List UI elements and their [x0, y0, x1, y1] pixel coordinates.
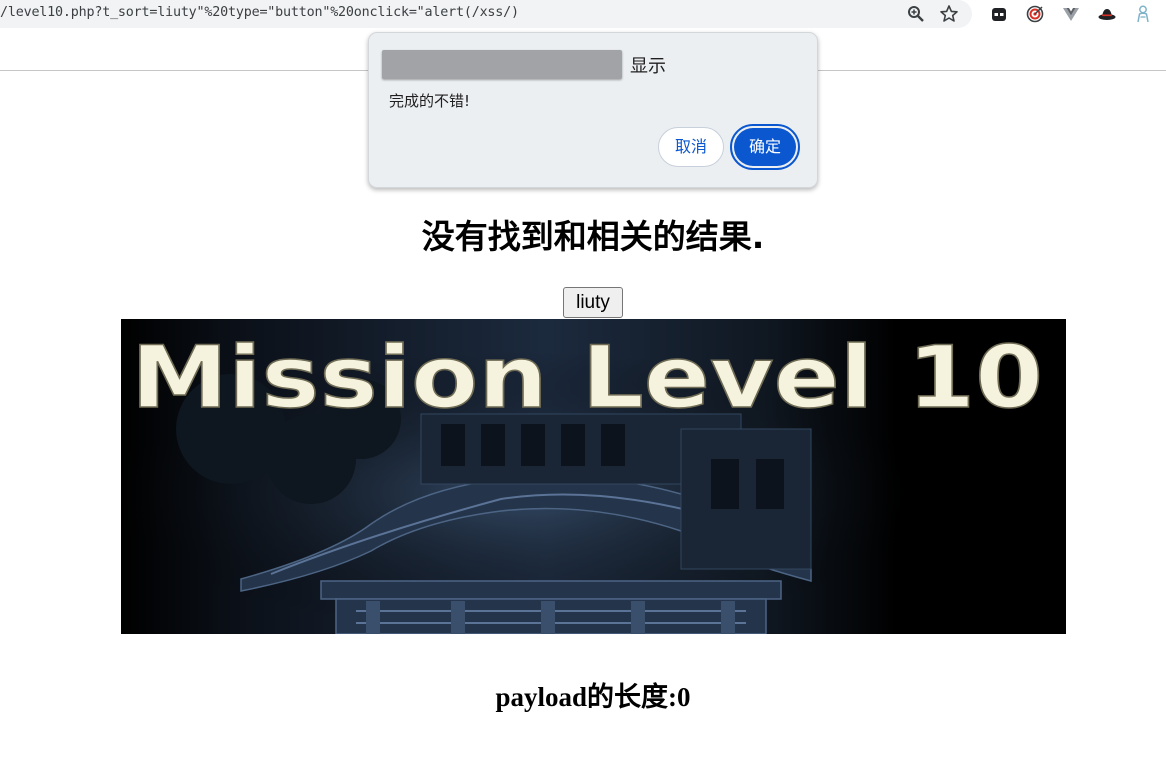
extension-hat-icon[interactable]: [1097, 4, 1117, 24]
address-bar-url[interactable]: /level10.php?t_sort=liuty"%20type="butto…: [0, 5, 519, 20]
bookmark-star-icon[interactable]: [939, 4, 959, 24]
payload-length: payload的长度:0: [495, 682, 691, 712]
ok-button[interactable]: 确定: [730, 124, 800, 170]
dialog-title: 显示: [630, 56, 666, 77]
extension-icon[interactable]: [989, 4, 1009, 24]
dialog-message: 完成的不错!: [389, 92, 471, 110]
cancel-button[interactable]: 取消: [658, 127, 724, 167]
extension-figure-icon[interactable]: [1133, 4, 1153, 24]
result-heading: 没有找到和相关的结果.: [421, 217, 765, 256]
banner-title: Mission Level 10: [131, 328, 1043, 428]
dialog-origin-redacted: [382, 50, 622, 79]
ok-button-label[interactable]: 确定: [734, 128, 796, 166]
liuty-button[interactable]: liuty: [563, 287, 623, 318]
alert-dialog: 显示 完成的不错! 取消 确定: [368, 32, 818, 188]
extension-vue-icon[interactable]: [1061, 4, 1081, 24]
address-bar[interactable]: /level10.php?t_sort=liuty"%20type="butto…: [0, 0, 972, 28]
zoom-icon[interactable]: [906, 4, 926, 24]
mission-banner-image: Mission Level 10: [121, 319, 1066, 634]
extension-target-icon[interactable]: [1025, 4, 1045, 24]
browser-toolbar: /level10.php?t_sort=liuty"%20type="butto…: [0, 0, 1166, 30]
